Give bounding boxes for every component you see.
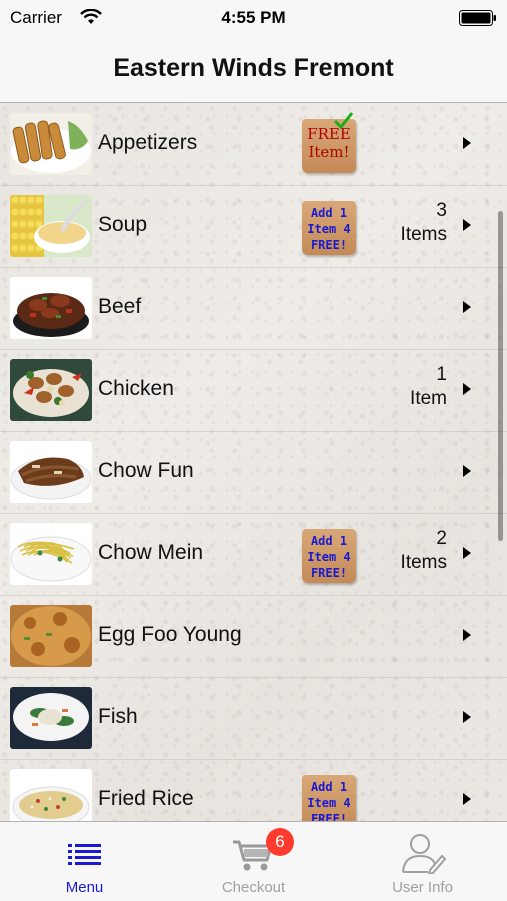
disclosure-triangle-icon (463, 793, 471, 805)
menu-row-label: Fish (98, 705, 138, 728)
cart-item-count-unit: Item (410, 388, 447, 409)
disclosure-triangle-icon (463, 137, 471, 149)
chicken-dish-thumbnail (10, 359, 92, 421)
menu-row-chicken[interactable]: Chicken 1 Item (0, 349, 507, 432)
chow-fun-thumbnail (10, 441, 92, 503)
menu-row-label: Chow Fun (98, 459, 194, 482)
checkmark-icon (333, 112, 354, 130)
user-icon (402, 834, 447, 874)
beef-dish-thumbnail (10, 277, 92, 339)
tab-user-info-label: User Info (392, 879, 453, 896)
fish-dish-thumbnail (10, 687, 92, 749)
disclosure-triangle-icon (463, 547, 471, 559)
fried-rice-thumbnail (10, 769, 92, 821)
disclosure-triangle-icon (463, 383, 471, 395)
list-icon (68, 844, 101, 865)
status-bar: Carrier 4:55 PM (0, 0, 507, 38)
spring-rolls-thumbnail (10, 113, 92, 175)
menu-row-label: Beef (98, 295, 142, 318)
status-time: 4:55 PM (221, 8, 286, 27)
cart-item-count-unit: Items (400, 224, 447, 245)
menu-row-chow-mein[interactable]: Chow Mein Add 1 Item 4 FREE! 2 Items (0, 513, 507, 596)
navigation-bar: Eastern Winds Fremont (0, 38, 507, 103)
page-title: Eastern Winds Fremont (113, 54, 394, 82)
chow-mein-thumbnail (10, 523, 92, 585)
menu-row-label: Egg Foo Young (98, 623, 242, 646)
menu-category-list[interactable]: Fried Rice Add 1 Item 4 FREE! Fish Egg Foo … (0, 103, 507, 821)
add-item-promo-badge[interactable]: Add 1 Item 4 FREE! (300, 523, 360, 585)
corn-soup-thumbnail (10, 195, 92, 257)
tab-checkout[interactable]: 6 Checkout (169, 822, 338, 901)
menu-row-appetizers[interactable]: Appetizers FREE Item! (0, 103, 507, 186)
promo-label: Add 1 Item 4 FREE! (307, 206, 351, 252)
cart-item-count: 2 Items (377, 527, 447, 575)
promo-label: Add 1 Item 4 FREE! (307, 534, 351, 580)
menu-row-fried-rice[interactable]: Fried Rice Add 1 Item 4 FREE! (0, 759, 507, 821)
tab-menu[interactable]: Menu (0, 822, 169, 901)
battery-icon (459, 10, 496, 26)
disclosure-triangle-icon (463, 465, 471, 477)
menu-row-label: Appetizers (98, 131, 198, 154)
menu-row-egg-foo-young[interactable]: Egg Foo Young (0, 595, 507, 678)
add-item-promo-badge[interactable]: Add 1 Item 4 FREE! (300, 195, 360, 257)
tab-bar: Menu 6 Checkout User Info (0, 821, 507, 901)
disclosure-triangle-icon (463, 629, 471, 641)
disclosure-triangle-icon (463, 219, 471, 231)
menu-row-fish[interactable]: Fish (0, 677, 507, 760)
scrollbar[interactable] (498, 211, 503, 541)
menu-row-soup[interactable]: Soup Add 1 Item 4 FREE! 3 Items (0, 185, 507, 268)
add-item-promo-badge[interactable]: Add 1 Item 4 FREE! (300, 769, 360, 821)
cart-item-count-number: 3 (436, 200, 447, 221)
egg-foo-young-thumbnail (10, 605, 92, 667)
disclosure-triangle-icon (463, 711, 471, 723)
menu-row-beef[interactable]: Beef (0, 267, 507, 350)
promo-label: Add 1 Item 4 FREE! (307, 780, 351, 821)
tab-menu-label: Menu (65, 879, 104, 896)
cart-item-count-number: 2 (436, 528, 447, 549)
cart-item-count-number: 1 (436, 364, 447, 385)
menu-row-label: Chicken (98, 377, 174, 400)
cart-item-count: 3 Items (377, 199, 447, 247)
tab-user-info[interactable]: User Info (338, 822, 507, 901)
cart-item-count: 1 Item (377, 363, 447, 411)
menu-row-label: Fried Rice (98, 787, 194, 810)
free-item-promo-badge[interactable]: FREE Item! (300, 112, 360, 175)
cart-count-badge: 6 (266, 828, 294, 856)
tab-checkout-label: Checkout (221, 879, 286, 896)
menu-row-chow-fun[interactable]: Chow Fun (0, 431, 507, 514)
menu-row-label: Chow Mein (98, 541, 204, 564)
disclosure-triangle-icon (463, 301, 471, 313)
menu-row-label: Soup (98, 213, 148, 236)
cart-item-count-unit: Items (400, 552, 447, 573)
